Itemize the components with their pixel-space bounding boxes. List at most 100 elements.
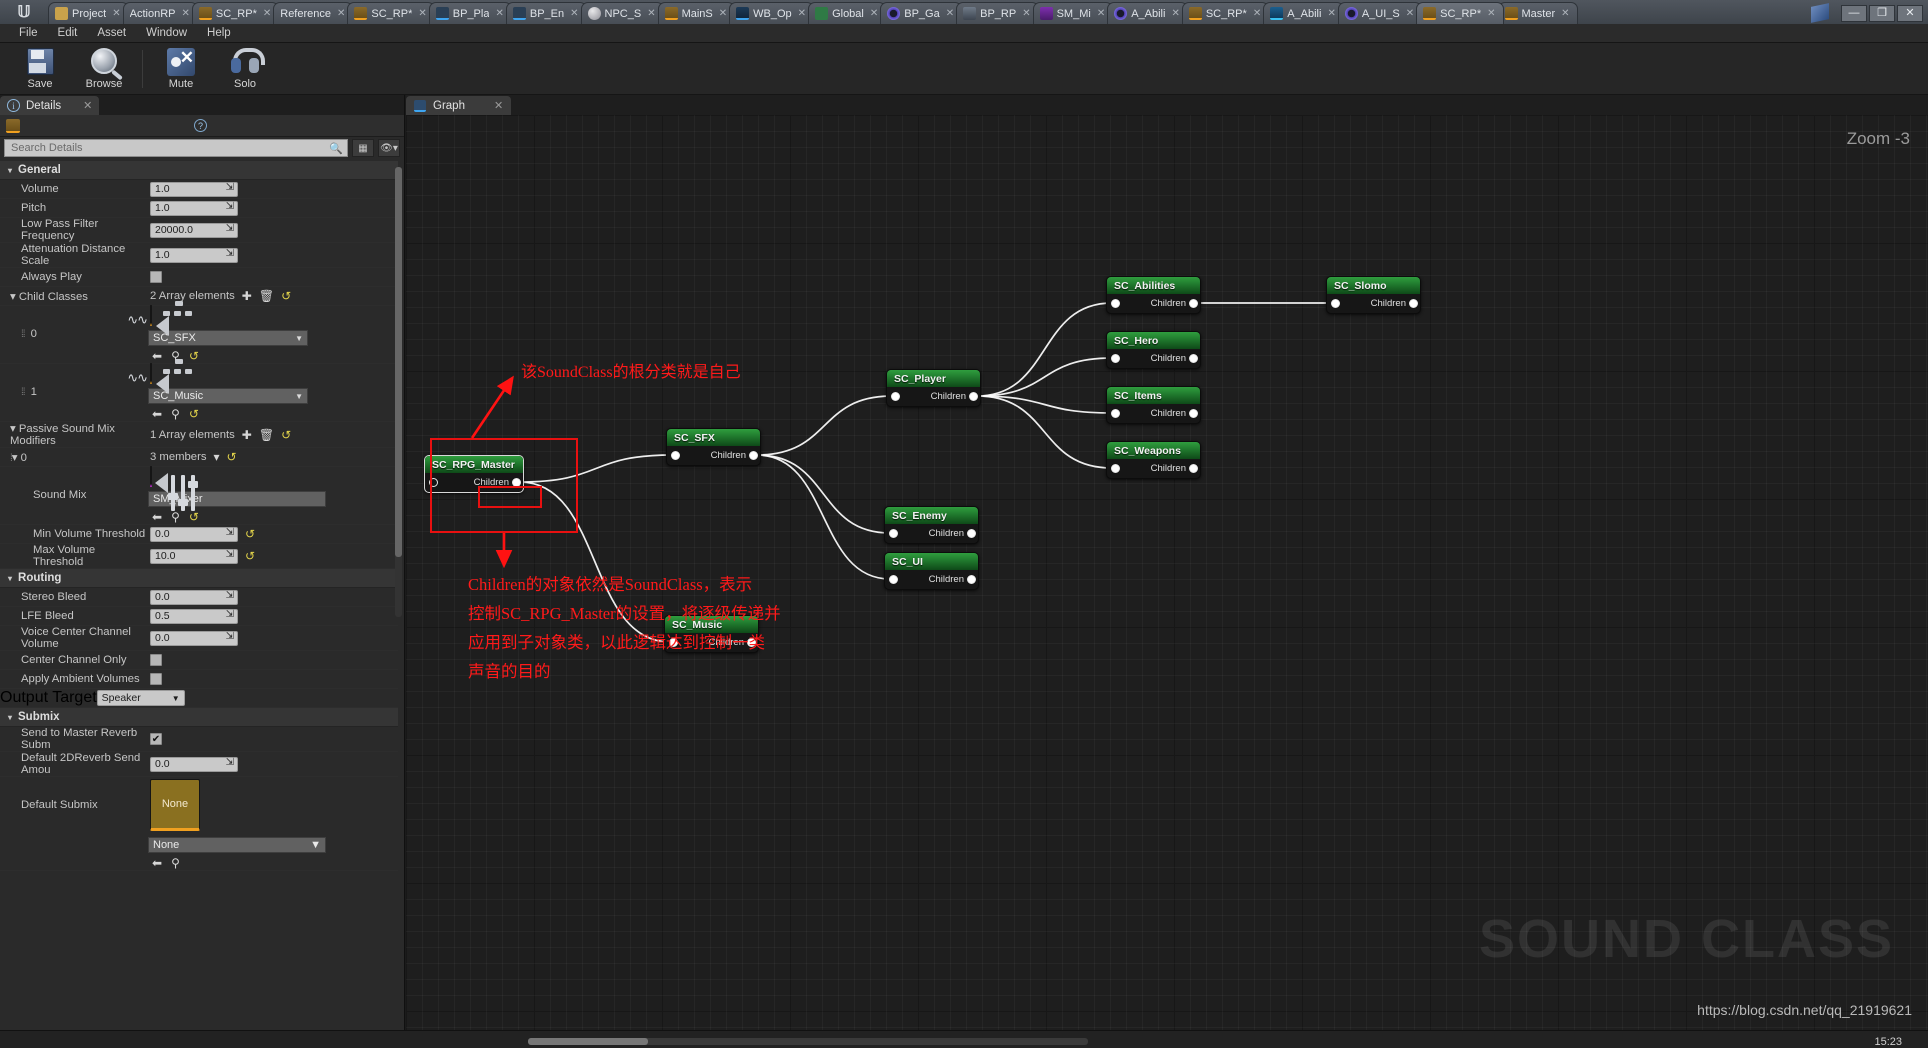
close-icon[interactable]: ✕ xyxy=(719,8,727,19)
reset-icon[interactable]: ↺ xyxy=(245,527,255,541)
editor-tab-project[interactable]: Project ✕ xyxy=(48,2,129,24)
number-input[interactable]: 1.0 xyxy=(150,247,238,263)
close-icon[interactable]: ✕ xyxy=(1253,8,1261,19)
mute-button[interactable]: Mute xyxy=(149,47,213,90)
drag-handle-icon[interactable]: ⁞⁞ xyxy=(21,329,25,340)
output-pin[interactable] xyxy=(967,529,976,538)
editor-tab-global[interactable]: Global ✕ xyxy=(808,2,887,24)
asset-dropdown[interactable]: SC_SFX ▼ xyxy=(148,330,308,346)
close-button[interactable]: ✕ xyxy=(1897,5,1923,22)
reset-icon[interactable]: ↺ xyxy=(281,428,291,442)
editor-tab-sc-rp-[interactable]: SC_RP* ✕ xyxy=(1181,2,1270,24)
close-icon[interactable]: ✕ xyxy=(798,8,806,19)
trash-icon[interactable]: 🗑 xyxy=(259,428,274,442)
editor-tab-strip[interactable]: Project ✕ ActionRP ✕ SC_RP* ✕ Reference ✕ SC_RP*… xyxy=(48,0,1807,24)
search-icon[interactable]: 🔍 xyxy=(329,142,343,155)
number-input[interactable]: 0.5 xyxy=(150,608,238,624)
graph-node-sc_sfx[interactable]: SC_SFX Children xyxy=(666,428,761,466)
close-icon[interactable]: ✕ xyxy=(1487,8,1495,19)
details-scrollbar[interactable] xyxy=(395,167,402,617)
close-icon[interactable]: ✕ xyxy=(1097,8,1105,19)
output-pin[interactable] xyxy=(967,575,976,584)
close-icon[interactable]: ✕ xyxy=(418,8,426,19)
graph-node-sc_items[interactable]: SC_Items Children xyxy=(1106,386,1201,424)
output-pin[interactable] xyxy=(1409,299,1418,308)
menu-item-window[interactable]: Window xyxy=(137,25,196,41)
editor-tab-sc-rp-[interactable]: SC_RP* ✕ xyxy=(191,2,280,24)
number-input[interactable]: 1.0 xyxy=(150,200,238,216)
restore-button[interactable]: ❐ xyxy=(1869,5,1895,22)
number-input[interactable]: 0.0 xyxy=(150,526,238,542)
checkbox[interactable] xyxy=(150,271,162,283)
input-pin[interactable] xyxy=(1111,354,1120,363)
section-header-submix[interactable]: ▾ Submix xyxy=(0,708,398,727)
window-controls[interactable]: — ❐ ✕ xyxy=(1835,5,1928,24)
reset-icon[interactable]: ↺ xyxy=(245,549,255,563)
checkbox[interactable] xyxy=(150,673,162,685)
close-icon[interactable]: ✕ xyxy=(1171,8,1179,19)
default-submix-dropdown[interactable]: None ▼ xyxy=(148,837,326,853)
output-pin[interactable] xyxy=(1189,464,1198,473)
number-input[interactable]: 1.0 xyxy=(150,181,238,197)
output-pin[interactable] xyxy=(749,451,758,460)
use-selected-icon[interactable]: ⬅ xyxy=(152,407,162,421)
editor-tab-a-abili[interactable]: A_Abili ✕ xyxy=(1263,2,1344,24)
close-icon[interactable]: ✕ xyxy=(1327,8,1335,19)
close-icon[interactable]: ✕ xyxy=(1406,8,1414,19)
graph-node-sc_ui[interactable]: SC_UI Children xyxy=(884,552,979,590)
editor-tab-mains[interactable]: MainS ✕ xyxy=(657,2,736,24)
input-pin[interactable] xyxy=(889,529,898,538)
editor-tab-a-ui-s[interactable]: A_UI_S ✕ xyxy=(1337,2,1423,24)
close-icon[interactable]: ✕ xyxy=(495,8,503,19)
save-button[interactable]: Save xyxy=(8,47,72,90)
menu-item-asset[interactable]: Asset xyxy=(88,25,135,41)
input-pin[interactable] xyxy=(1331,299,1340,308)
editor-tab-sm-mi[interactable]: SM_Mi ✕ xyxy=(1032,2,1114,24)
close-icon[interactable]: ✕ xyxy=(1561,8,1569,19)
editor-tab-a-abili[interactable]: A_Abili ✕ xyxy=(1107,2,1188,24)
editor-tab-npc-s[interactable]: NPC_S ✕ xyxy=(580,2,664,24)
search-input[interactable]: Search Details 🔍 xyxy=(4,139,348,157)
close-icon[interactable]: ✕ xyxy=(870,8,878,19)
trash-icon[interactable]: 🗑 xyxy=(259,289,274,303)
checkbox[interactable]: ✔ xyxy=(150,733,162,745)
menu-bar[interactable]: File Edit Asset Window Help xyxy=(0,24,1928,43)
browse-icon[interactable]: ⚲ xyxy=(171,856,180,870)
editor-tab-wb-op[interactable]: WB_Op ✕ xyxy=(729,2,815,24)
use-selected-icon[interactable]: ⬅ xyxy=(152,856,162,870)
help-icon[interactable]: ? xyxy=(194,119,207,132)
close-icon[interactable]: ✕ xyxy=(182,8,190,19)
output-pin[interactable] xyxy=(1189,354,1198,363)
editor-tab-sc-rp-[interactable]: SC_RP* ✕ xyxy=(1416,2,1504,24)
graph-node-sc_slomo[interactable]: SC_Slomo Children xyxy=(1326,276,1421,314)
browse-button[interactable]: Browse xyxy=(72,47,136,90)
output-pin[interactable] xyxy=(1189,299,1198,308)
number-input[interactable]: 10.0 xyxy=(150,548,238,564)
menu-item-file[interactable]: File xyxy=(10,25,47,41)
menu-item-edit[interactable]: Edit xyxy=(49,25,87,41)
close-icon[interactable]: ✕ xyxy=(946,8,954,19)
editor-tab-actionrp[interactable]: ActionRP ✕ xyxy=(122,2,198,24)
reset-icon[interactable]: ↺ xyxy=(281,289,291,303)
input-pin[interactable] xyxy=(1111,299,1120,308)
tab-graph[interactable]: Graph ✕ xyxy=(406,96,512,115)
asset-dropdown[interactable]: SC_Music ▼ xyxy=(148,388,308,404)
menu-item-help[interactable]: Help xyxy=(198,25,240,41)
editor-tab-reference[interactable]: Reference ✕ xyxy=(273,2,354,24)
graph-node-sc_enemy[interactable]: SC_Enemy Children xyxy=(884,506,979,544)
drag-handle-icon[interactable]: ⁞⁞ xyxy=(21,387,25,398)
number-input[interactable]: 0.0 xyxy=(150,630,238,646)
close-icon[interactable]: ✕ xyxy=(112,8,120,19)
number-input[interactable]: 0.0 xyxy=(150,756,238,772)
close-icon[interactable]: ✕ xyxy=(570,8,578,19)
editor-tab-bp-ga[interactable]: BP_Ga ✕ xyxy=(880,2,963,24)
reset-icon[interactable]: ↺ xyxy=(227,450,237,464)
reset-icon[interactable]: ↺ xyxy=(189,510,199,524)
output-target-dropdown[interactable]: Speaker ▼ xyxy=(96,690,185,706)
checkbox[interactable] xyxy=(150,654,162,666)
number-input[interactable]: 0.0 xyxy=(150,589,238,605)
number-input[interactable]: 20000.0 xyxy=(150,222,238,238)
grid-icon[interactable]: ▦ xyxy=(352,139,374,157)
graph-node-sc_player[interactable]: SC_Player Children xyxy=(886,369,981,407)
solo-button[interactable]: Solo xyxy=(213,47,277,90)
